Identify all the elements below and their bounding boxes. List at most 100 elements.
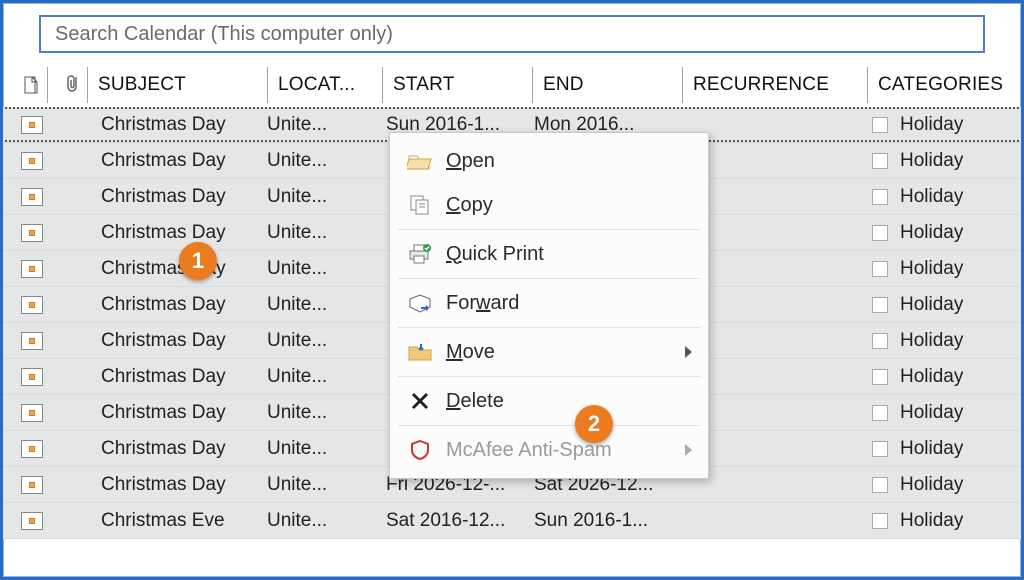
folder-move-icon — [400, 342, 440, 362]
category-swatch-icon — [872, 441, 888, 457]
ctx-copy[interactable]: Copy — [390, 183, 708, 227]
row-category: Holiday — [894, 215, 1021, 250]
delete-x-icon — [400, 390, 440, 412]
paperclip-icon — [65, 73, 81, 98]
row-subject: Christmas Day — [101, 215, 267, 250]
row-category-box — [866, 143, 894, 178]
category-swatch-icon — [872, 405, 888, 421]
ctx-quick-print[interactable]: Quick Print — [390, 232, 708, 276]
row-recurrence — [680, 503, 866, 538]
calendar-item-icon — [21, 440, 43, 458]
row-type-icon — [17, 431, 47, 466]
category-swatch-icon — [872, 153, 888, 169]
row-location: Unite... — [267, 395, 380, 430]
printer-icon — [400, 243, 440, 265]
row-type-icon — [17, 323, 47, 358]
ctx-separator — [398, 425, 700, 426]
row-type-icon — [17, 215, 47, 250]
row-location: Unite... — [267, 143, 380, 178]
context-menu: Open Copy Quick Print Forward — [389, 132, 709, 479]
ctx-separator — [398, 278, 700, 279]
calendar-item-icon — [21, 224, 43, 242]
folder-open-icon — [400, 151, 440, 171]
calendar-item-icon — [21, 404, 43, 422]
category-swatch-icon — [872, 117, 888, 133]
header-categories[interactable]: CATEGORIES — [867, 67, 1021, 103]
ctx-separator — [398, 376, 700, 377]
calendar-item-icon — [21, 116, 43, 134]
calendar-item-icon — [21, 260, 43, 278]
search-input[interactable] — [53, 22, 971, 47]
row-category-box — [866, 359, 894, 394]
header-recurrence[interactable]: RECURRENCE — [682, 67, 867, 103]
category-swatch-icon — [872, 225, 888, 241]
forward-icon — [400, 293, 440, 313]
row-location: Unite... — [267, 467, 380, 502]
ctx-open[interactable]: Open — [390, 139, 708, 183]
row-location: Unite... — [267, 179, 380, 214]
calendar-item-icon — [21, 188, 43, 206]
header-location[interactable]: LOCAT... — [267, 67, 382, 103]
row-subject: Christmas Day — [101, 431, 267, 466]
ctx-mcafee-label: McAfee Anti-Spam — [440, 439, 685, 462]
header-start[interactable]: START — [382, 67, 532, 103]
row-location: Unite... — [267, 107, 380, 142]
ctx-quick-print-label: Quick Print — [440, 243, 694, 266]
header-end[interactable]: END — [532, 67, 682, 103]
row-category: Holiday — [894, 323, 1021, 358]
page-icon — [24, 76, 40, 94]
calendar-item-icon — [21, 368, 43, 386]
submenu-arrow-icon — [685, 444, 692, 456]
calendar-item-icon — [21, 476, 43, 494]
ctx-move[interactable]: Move — [390, 330, 708, 374]
row-category-box — [866, 251, 894, 286]
column-headers: SUBJECT LOCAT... START END RECURRENCE CA… — [3, 67, 1021, 103]
ctx-forward-label: Forward — [440, 292, 694, 315]
row-location: Unite... — [267, 323, 380, 358]
category-swatch-icon — [872, 297, 888, 313]
category-swatch-icon — [872, 189, 888, 205]
row-type-icon — [17, 503, 47, 538]
row-subject: Christmas Day — [101, 323, 267, 358]
callout-2: 2 — [575, 405, 613, 443]
header-subject[interactable]: SUBJECT — [87, 67, 267, 103]
calendar-list-window: SUBJECT LOCAT... START END RECURRENCE CA… — [0, 0, 1024, 580]
row-category-box — [866, 107, 894, 142]
category-swatch-icon — [872, 513, 888, 529]
search-box[interactable] — [39, 15, 985, 53]
row-end: Sun 2016-1... — [530, 503, 680, 538]
calendar-item-icon — [21, 512, 43, 530]
row-location: Unite... — [267, 251, 380, 286]
ctx-separator — [398, 229, 700, 230]
shield-icon — [400, 439, 440, 461]
row-location: Unite... — [267, 503, 380, 538]
row-type-icon — [17, 287, 47, 322]
calendar-item-icon — [21, 296, 43, 314]
copy-icon — [400, 194, 440, 216]
row-category: Holiday — [894, 251, 1021, 286]
row-subject: Christmas Day — [101, 287, 267, 322]
row-type-icon — [17, 467, 47, 502]
row-type-icon — [17, 359, 47, 394]
ctx-mcafee: McAfee Anti-Spam — [390, 428, 708, 472]
row-type-icon — [17, 107, 47, 142]
row-subject: Christmas Day — [101, 143, 267, 178]
row-category: Holiday — [894, 467, 1021, 502]
row-type-icon — [17, 251, 47, 286]
row-category: Holiday — [894, 503, 1021, 538]
row-location: Unite... — [267, 359, 380, 394]
row-category: Holiday — [894, 431, 1021, 466]
header-item-type[interactable] — [17, 67, 47, 103]
row-location: Unite... — [267, 215, 380, 250]
row-category: Holiday — [894, 395, 1021, 430]
header-attachment[interactable] — [47, 67, 87, 103]
ctx-delete[interactable]: Delete — [390, 379, 708, 423]
row-category-box — [866, 323, 894, 358]
table-row[interactable]: Christmas EveUnite...Sat 2016-12...Sun 2… — [3, 503, 1021, 539]
row-subject: Christmas Day — [101, 179, 267, 214]
row-category-box — [866, 215, 894, 250]
ctx-forward[interactable]: Forward — [390, 281, 708, 325]
ctx-move-label: Move — [440, 341, 685, 364]
row-category-box — [866, 467, 894, 502]
row-category: Holiday — [894, 287, 1021, 322]
